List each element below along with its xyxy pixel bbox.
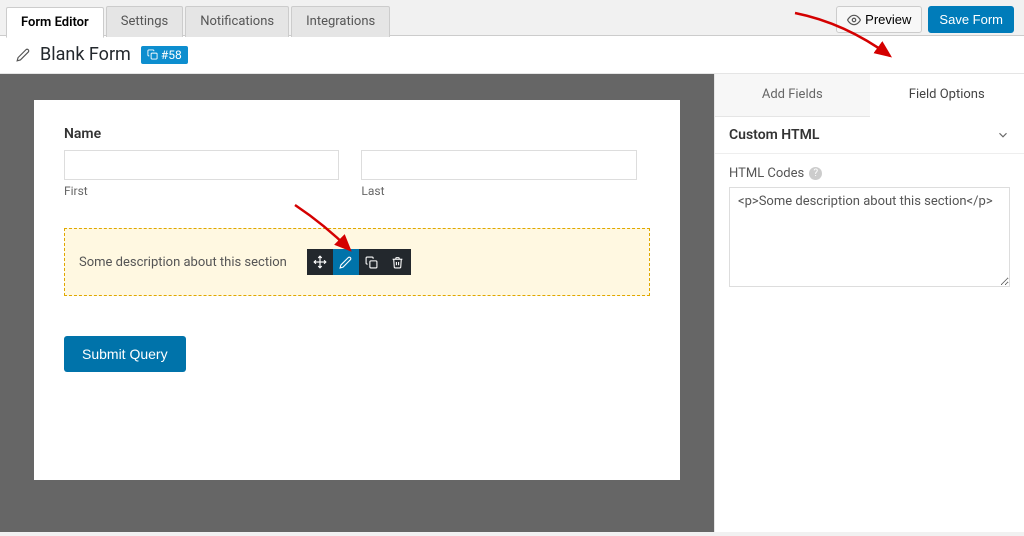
html-field-text: Some description about this section (79, 255, 287, 270)
pencil-icon (339, 256, 352, 269)
preview-button[interactable]: Preview (836, 6, 922, 33)
chevron-down-icon (996, 128, 1010, 142)
first-sub-label: First (64, 184, 339, 198)
main-area: Name First Last Some description about t… (0, 74, 1024, 532)
tab-notifications[interactable]: Notifications (185, 6, 289, 37)
form-id-badge[interactable]: #58 (141, 46, 188, 64)
save-form-button[interactable]: Save Form (928, 6, 1014, 33)
preview-label: Preview (865, 12, 911, 27)
trash-icon (391, 256, 404, 269)
help-icon[interactable]: ? (809, 167, 822, 180)
last-sub-label: Last (361, 184, 636, 198)
move-button[interactable] (307, 249, 333, 275)
delete-button[interactable] (385, 249, 411, 275)
right-panel: Add Fields Field Options Custom HTML HTM… (714, 74, 1024, 532)
submit-button[interactable]: Submit Query (64, 336, 186, 372)
custom-html-field[interactable]: Some description about this section (64, 228, 650, 296)
top-actions: Preview Save Form (836, 6, 1014, 39)
html-codes-textarea[interactable] (729, 187, 1010, 287)
form-header: Blank Form #58 (0, 36, 1024, 74)
copy-icon (365, 256, 378, 269)
canvas-wrap: Name First Last Some description about t… (0, 74, 714, 532)
move-icon (313, 255, 327, 269)
page-title: Blank Form (40, 44, 131, 65)
tab-form-editor[interactable]: Form Editor (6, 7, 104, 38)
panel-body: HTML Codes ? (715, 154, 1024, 303)
tab-integrations[interactable]: Integrations (291, 6, 390, 37)
name-row: First Last (64, 150, 650, 198)
html-codes-label: HTML Codes (729, 166, 804, 181)
panel-section-header[interactable]: Custom HTML (715, 117, 1024, 154)
section-title: Custom HTML (729, 127, 819, 143)
first-name-input[interactable] (64, 150, 339, 180)
name-field-label: Name (64, 126, 650, 142)
first-name-col: First (64, 150, 339, 198)
panel-tabs: Add Fields Field Options (715, 74, 1024, 117)
pencil-icon (16, 48, 30, 62)
tab-settings[interactable]: Settings (106, 6, 183, 37)
panel-tab-field-options[interactable]: Field Options (870, 74, 1024, 117)
last-name-input[interactable] (361, 150, 636, 180)
field-toolbar (307, 249, 411, 275)
form-canvas: Name First Last Some description about t… (34, 100, 680, 480)
main-tabs: Form Editor Settings Notifications Integ… (6, 6, 390, 37)
last-name-col: Last (361, 150, 636, 198)
copy-icon (147, 49, 158, 60)
id-badge-text: #58 (161, 48, 182, 62)
duplicate-button[interactable] (359, 249, 385, 275)
html-codes-label-row: HTML Codes ? (729, 166, 1010, 181)
eye-icon (847, 13, 861, 27)
edit-button[interactable] (333, 249, 359, 275)
top-bar: Form Editor Settings Notifications Integ… (0, 0, 1024, 36)
panel-tab-add-fields[interactable]: Add Fields (715, 74, 870, 116)
